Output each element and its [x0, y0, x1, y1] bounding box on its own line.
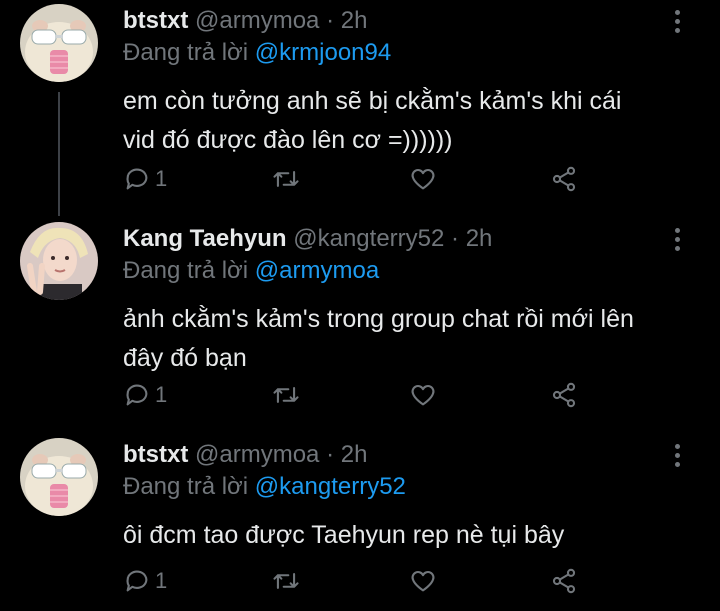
share-icon — [552, 166, 576, 192]
reply-button[interactable]: 1 — [123, 380, 167, 410]
like-button[interactable] — [409, 164, 437, 194]
like-button[interactable] — [409, 380, 437, 410]
share-button[interactable] — [550, 380, 578, 410]
more-vertical-icon[interactable] — [672, 228, 682, 254]
replying-to: Đang trả lời @armymoa — [123, 256, 379, 286]
reply-icon — [126, 384, 148, 406]
tweet-header: btstxt @armymoa · 2h — [123, 440, 367, 470]
reply-count: 1 — [155, 382, 168, 407]
share-button[interactable] — [550, 566, 578, 596]
tweet-text: em còn tưởng anh sẽ bị ckằm's kảm's khi … — [123, 82, 693, 160]
replying-to-label: Đang trả lời — [123, 257, 249, 284]
more-vertical-icon[interactable] — [672, 10, 682, 36]
user-handle[interactable]: @kangterry52 — [293, 225, 444, 252]
tweet-1[interactable]: btstxt @armymoa · 2h Đang trả lời @krmjo… — [0, 4, 720, 214]
retweet-button[interactable] — [271, 164, 301, 194]
retweet-icon — [273, 387, 299, 403]
share-button[interactable] — [550, 164, 578, 194]
tweet-header: Kang Taehyun @kangterry52 · 2h — [123, 224, 492, 254]
retweet-button[interactable] — [271, 380, 301, 410]
separator-dot: · — [451, 225, 460, 252]
retweet-icon — [273, 171, 299, 187]
share-icon — [552, 382, 576, 408]
more-vertical-icon[interactable] — [672, 444, 682, 470]
retweet-button[interactable] — [271, 566, 301, 596]
reply-button[interactable]: 1 — [123, 164, 167, 194]
separator-dot: · — [326, 7, 335, 34]
tweet-header: btstxt @armymoa · 2h — [123, 6, 367, 36]
tweet-text: ôi đcm tao được Taehyun rep nè tụi bây — [123, 516, 693, 555]
tweet-actions: 1 — [123, 380, 603, 410]
mention-link[interactable]: @kangterry52 — [255, 473, 406, 500]
display-name[interactable]: btstxt — [123, 441, 188, 468]
hamster-avatar[interactable] — [20, 438, 98, 516]
user-handle[interactable]: @armymoa — [195, 7, 319, 34]
tweet-text-line: em còn tưởng anh sẽ bị ckằm's kảm's khi … — [123, 87, 622, 115]
tweet-actions: 1 — [123, 164, 603, 194]
tweet-text-line: vid đó được đào lên cơ =)))))) — [123, 126, 453, 154]
reply-count: 1 — [155, 166, 168, 191]
share-icon — [552, 568, 576, 594]
replying-to: Đang trả lời @kangterry52 — [123, 472, 406, 502]
user-handle[interactable]: @armymoa — [195, 441, 319, 468]
tweet-text-line: đây đó bạn — [123, 344, 247, 372]
display-name[interactable]: Kang Taehyun — [123, 225, 287, 252]
person-peace-sign-avatar[interactable] — [20, 222, 98, 300]
heart-icon — [411, 570, 435, 592]
tweet-2[interactable]: Kang Taehyun @kangterry52 · 2h Đang trả … — [0, 222, 720, 422]
like-button[interactable] — [409, 566, 437, 596]
retweet-icon — [273, 573, 299, 589]
replying-to: Đang trả lời @krmjoon94 — [123, 38, 391, 68]
tweet-3[interactable]: btstxt @armymoa · 2h Đang trả lời @kangt… — [0, 438, 720, 608]
replying-to-label: Đang trả lời — [123, 473, 249, 500]
tweet-text-line: ôi đcm tao được Taehyun rep nè tụi bây — [123, 521, 565, 549]
heart-icon — [411, 384, 435, 406]
heart-icon — [411, 168, 435, 190]
tweet-actions: 1 — [123, 566, 603, 596]
mention-link[interactable]: @armymoa — [255, 257, 379, 284]
hamster-avatar[interactable] — [20, 4, 98, 82]
reply-icon — [126, 168, 148, 190]
reply-icon — [126, 570, 148, 592]
timestamp[interactable]: 2h — [341, 7, 368, 34]
display-name[interactable]: btstxt — [123, 7, 188, 34]
timestamp[interactable]: 2h — [341, 441, 368, 468]
mention-link[interactable]: @krmjoon94 — [255, 39, 391, 66]
reply-button[interactable]: 1 — [123, 566, 167, 596]
reply-count: 1 — [155, 568, 168, 593]
tweet-text: ảnh ckằm's kảm's trong group chat rồi mớ… — [123, 300, 693, 378]
replying-to-label: Đang trả lời — [123, 39, 249, 66]
separator-dot: · — [326, 441, 335, 468]
timestamp[interactable]: 2h — [466, 225, 493, 252]
tweet-text-line: ảnh ckằm's kảm's trong group chat rồi mớ… — [123, 305, 634, 333]
